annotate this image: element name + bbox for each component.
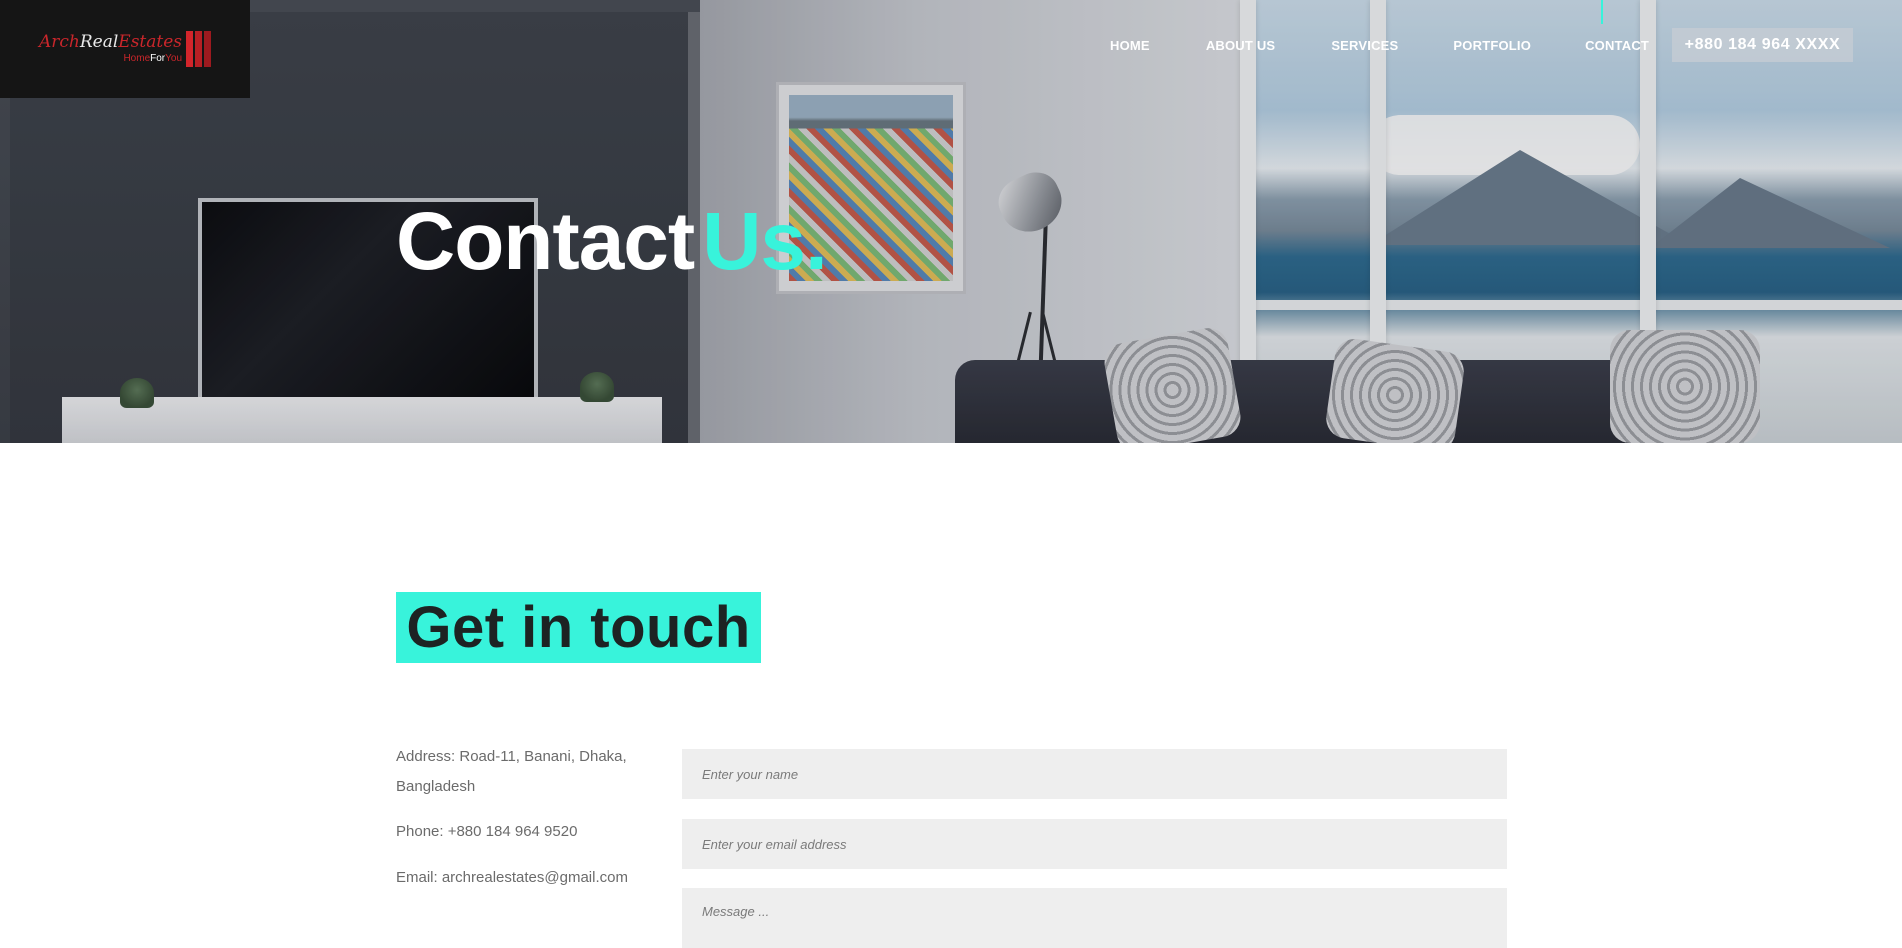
logo-tagline-you: You: [165, 53, 183, 64]
logo-word-arch: Arch: [38, 32, 80, 52]
nav-link-portfolio[interactable]: PORTFOLIO: [1453, 38, 1531, 53]
contact-phone: Phone: +880 184 964 9520: [396, 823, 578, 840]
name-input[interactable]: [682, 749, 1507, 799]
page-title-word-contact: Contact: [396, 196, 695, 287]
logo-word-estates: Estates: [118, 32, 183, 52]
hero-overlay: [0, 0, 1902, 443]
contact-address: Address: Road-11, Banani, Dhaka, Banglad…: [396, 748, 627, 795]
site-logo-link[interactable]: ArchRealEstates HomeForYou: [0, 0, 250, 98]
nav-link-home[interactable]: HOME: [1110, 38, 1150, 53]
page-title-word-us: Us.: [702, 196, 828, 287]
email-input[interactable]: [682, 819, 1507, 869]
section-heading-box: Get in touch: [396, 592, 761, 663]
message-textarea[interactable]: [682, 888, 1507, 948]
logo-tagline-home: Home: [123, 53, 151, 64]
nav-link-services[interactable]: SERVICES: [1331, 38, 1398, 53]
logo-bars-icon: [186, 31, 212, 67]
page-title: ContactUs.: [396, 201, 828, 283]
logo-tagline: HomeForYou: [39, 54, 182, 64]
main-navigation: HOME ABOUT US SERVICES PORTFOLIO CONTACT: [1110, 38, 1649, 53]
contact-info: Address: Road-11, Banani, Dhaka, Banglad…: [396, 742, 641, 909]
section-heading: Get in touch: [406, 594, 751, 660]
phone-number-button[interactable]: +880 184 964 XXXX: [1672, 28, 1853, 62]
logo-word-real: Real: [79, 32, 119, 52]
logo-wordmark: ArchRealEstates HomeForYou: [39, 34, 182, 64]
nav-active-indicator: [1601, 0, 1603, 24]
nav-link-about-us[interactable]: ABOUT US: [1206, 38, 1276, 53]
hero-banner: [0, 0, 1902, 443]
nav-link-contact[interactable]: CONTACT: [1585, 38, 1649, 53]
logo-tagline-for: For: [150, 53, 166, 64]
contact-email: Email: archrealestates@gmail.com: [396, 869, 628, 886]
